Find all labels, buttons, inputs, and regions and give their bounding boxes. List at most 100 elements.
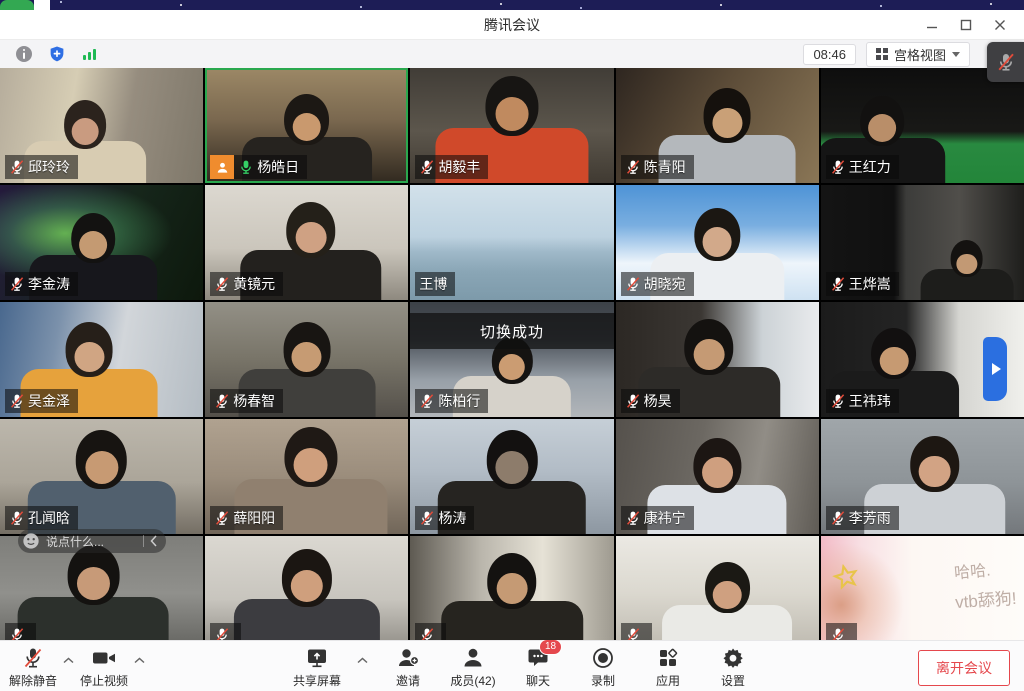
invite-person-icon [396, 645, 421, 671]
participant-tile[interactable]: 切换成功 陈柏行 [410, 302, 613, 417]
mic-status-icon [419, 393, 435, 409]
video-options-chevron[interactable] [134, 657, 145, 664]
participant-tile[interactable]: 杨涛 [410, 419, 613, 534]
participant-tile[interactable] [616, 536, 819, 640]
record-button[interactable]: 录制 [578, 645, 628, 689]
chat-placeholder: 说点什么... [46, 533, 137, 550]
maximize-icon[interactable] [954, 14, 978, 36]
gear-icon [721, 645, 745, 671]
emoji-icon[interactable] [22, 532, 40, 550]
window-title: 腾讯会议 [484, 15, 540, 35]
mic-status-icon [625, 393, 641, 409]
settings-label: 设置 [721, 672, 745, 689]
mic-status-icon [9, 276, 25, 292]
participant-tile[interactable]: 杨昊 [616, 302, 819, 417]
participant-name-label: 薛阳阳 [210, 506, 283, 530]
mic-status-icon [214, 627, 230, 640]
network-signal-icon[interactable] [80, 44, 100, 64]
participant-name: 吴金泽 [28, 391, 70, 411]
toolbar-center-group: 共享屏幕 邀请 [292, 645, 758, 689]
view-mode-selector[interactable]: 宫格视图 [866, 42, 970, 67]
mic-status-icon [419, 159, 435, 175]
members-label: 成员(42) [450, 672, 495, 689]
participant-name: 杨涛 [438, 508, 466, 528]
participant-tile[interactable]: 黄镜元 [205, 185, 408, 300]
collapse-chat-icon[interactable] [150, 535, 158, 547]
next-page-button[interactable] [983, 337, 1007, 401]
camera-icon [91, 645, 117, 671]
participant-name: 李金涛 [28, 274, 70, 294]
chat-unread-badge: 18 [539, 639, 562, 655]
participant-name-label: 陈青阳 [621, 155, 694, 179]
participant-name-label: 杨昊 [621, 389, 680, 413]
participant-name: 胡晓宛 [644, 274, 686, 294]
minimize-icon[interactable] [920, 14, 944, 36]
participant-name-label [621, 623, 652, 640]
participant-tile[interactable]: 李金涛 [0, 185, 203, 300]
participant-tile[interactable]: 李芳雨 [821, 419, 1024, 534]
mic-options-chevron[interactable] [63, 657, 74, 664]
participant-figure [921, 240, 1014, 300]
mic-status-icon [9, 393, 25, 409]
share-options-chevron[interactable] [357, 657, 368, 664]
leave-meeting-button[interactable]: 离开会议 [918, 650, 1010, 686]
participant-name: 陈柏行 [438, 391, 480, 411]
chat-button[interactable]: 聊天 18 [513, 645, 563, 689]
quick-chat-input[interactable]: 说点什么... [18, 529, 166, 553]
participant-tile[interactable]: 杨春智 [205, 302, 408, 417]
participant-tile[interactable]: 王红力 [821, 68, 1024, 183]
participant-tile[interactable]: 孔闻晗 [0, 419, 203, 534]
share-screen-icon [305, 645, 329, 671]
participant-name-label: 胡晓宛 [621, 272, 694, 296]
participant-tile[interactable] [410, 536, 613, 640]
self-mic-status-widget[interactable] [987, 42, 1024, 82]
window-titlebar: 腾讯会议 [0, 10, 1024, 40]
participant-tile[interactable]: 胡晓宛 [616, 185, 819, 300]
participant-name: 王烨嵩 [849, 274, 891, 294]
participant-tile[interactable]: 薛阳阳 [205, 419, 408, 534]
unmute-button[interactable]: 解除静音 [8, 645, 58, 689]
share-screen-button[interactable]: 共享屏幕 [292, 645, 342, 689]
caption-line-1: 哈哈. [953, 556, 991, 583]
stop-video-button[interactable]: 停止视频 [79, 645, 129, 689]
participant-name: 陈青阳 [644, 157, 686, 177]
background-browser-tab [0, 0, 34, 10]
participant-name-label [5, 623, 36, 640]
star-icon [830, 561, 862, 593]
invite-label: 邀请 [396, 672, 420, 689]
participant-name-label: 邱玲玲 [5, 155, 78, 179]
participant-name: 黄镜元 [233, 274, 275, 294]
security-shield-icon[interactable] [47, 44, 67, 64]
participant-name: 王祎玮 [849, 391, 891, 411]
participant-name: 薛阳阳 [233, 508, 275, 528]
mic-status-icon [625, 276, 641, 292]
participant-tile[interactable]: 王烨嵩 [821, 185, 1024, 300]
participant-name: 康祎宁 [644, 508, 686, 528]
participant-name-label: 王烨嵩 [826, 272, 899, 296]
close-icon[interactable] [988, 14, 1012, 36]
participant-name-label: 胡毅丰 [415, 155, 488, 179]
mic-status-icon [830, 276, 846, 292]
participant-tile[interactable]: 杨皓日 [205, 68, 408, 183]
participant-name-label [826, 623, 857, 640]
participant-tile[interactable]: 康祎宁 [616, 419, 819, 534]
participant-tile[interactable]: 哈哈. vtb舔狗! [821, 536, 1024, 640]
settings-button[interactable]: 设置 [708, 645, 758, 689]
invite-button[interactable]: 邀请 [383, 645, 433, 689]
members-button[interactable]: 成员(42) [448, 645, 498, 689]
participant-tile[interactable]: 邱玲玲 [0, 68, 203, 183]
apps-button[interactable]: 应用 [643, 645, 693, 689]
mic-status-icon [9, 159, 25, 175]
window-controls [920, 10, 1012, 40]
meeting-info-icon[interactable] [14, 44, 34, 64]
participant-tile[interactable] [205, 536, 408, 640]
participant-tile[interactable]: 陈青阳 [616, 68, 819, 183]
participant-tile[interactable]: 胡毅丰 [410, 68, 613, 183]
mic-status-icon [830, 627, 846, 640]
mic-status-icon [830, 393, 846, 409]
participant-tile[interactable]: 吴金泽 [0, 302, 203, 417]
toolbar-left-group: 解除静音 停止视频 [8, 645, 145, 689]
participant-tile[interactable]: 王博 [410, 185, 613, 300]
mic-status-icon [625, 159, 641, 175]
mic-status-icon [625, 510, 641, 526]
